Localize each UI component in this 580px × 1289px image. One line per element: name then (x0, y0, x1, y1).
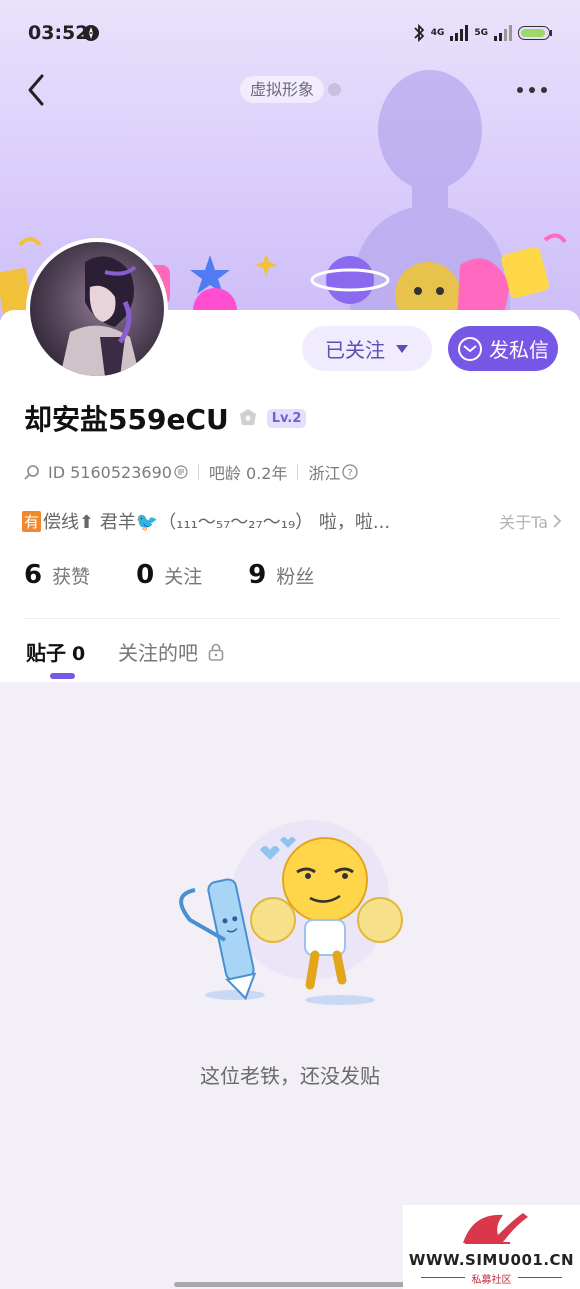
bio-badge: 有 (22, 510, 42, 532)
signal-icon-4g (450, 25, 469, 41)
follow-status-button[interactable]: 已关注 (302, 326, 432, 371)
tab-posts-label: 贴子 (26, 641, 66, 665)
app-sync-icon (83, 25, 99, 41)
avatar[interactable] (26, 238, 168, 380)
watermark-subtitle: 私募社区 (471, 1275, 512, 1286)
tab-followed-bars[interactable]: 关注的吧 (118, 637, 224, 666)
section-divider (24, 618, 560, 619)
chevron-right-icon (553, 514, 562, 528)
bio-text: 偿线⬆ 君羊🐦（₁₁₁～₅₇～₂₇～₁₉） 啦，啦... (43, 512, 391, 533)
back-arrow-icon[interactable] (22, 70, 54, 110)
copy-icon[interactable] (174, 465, 188, 479)
network-5g-label: 5G (474, 28, 488, 38)
status-indicators: 4G 5G (413, 23, 552, 43)
tab-followed-bars-label: 关注的吧 (118, 641, 198, 665)
about-link-label: 关于Ta (499, 513, 548, 532)
divider (297, 464, 299, 480)
stats-row: 6 获赞 0 关注 9 粉丝 (24, 560, 360, 590)
empty-state-illustration (179, 820, 403, 1005)
help-icon[interactable]: ? (342, 464, 359, 480)
active-tab-indicator (50, 673, 75, 679)
divider (197, 464, 199, 480)
search-icon (24, 465, 39, 480)
status-time: 03:52 (28, 22, 89, 44)
stat-likes[interactable]: 6 获赞 (24, 560, 90, 590)
follow-status-label: 已关注 (325, 338, 385, 362)
svg-text:?: ? (348, 468, 353, 479)
home-indicator[interactable] (174, 1282, 406, 1287)
level-badge: Lv.2 (266, 408, 307, 428)
location: 浙江 (308, 464, 341, 483)
stat-likes-value: 6 (24, 560, 43, 590)
stat-fans-label: 粉丝 (276, 566, 315, 588)
stat-following[interactable]: 0 关注 (136, 560, 202, 590)
stat-following-value: 0 (136, 560, 155, 590)
user-id[interactable]: ID 5160523690 (48, 463, 172, 482)
tab-posts[interactable]: 贴子 0 (26, 637, 85, 666)
virtual-avatar-tag[interactable]: 虚拟形象 (240, 76, 325, 103)
watermark-logo (463, 1213, 528, 1244)
stat-fans-value: 9 (248, 560, 267, 590)
watermark-domain: WWW.SIMU001.CN (408, 1251, 575, 1269)
message-icon (458, 336, 482, 361)
stat-following-label: 关注 (164, 566, 203, 588)
send-message-label: 发私信 (489, 338, 549, 362)
username-row: 却安盐559eCU Lv.2 (24, 398, 307, 438)
more-options-icon[interactable] (512, 80, 552, 100)
virtual-avatar-indicator (328, 83, 341, 96)
watermark: WWW.SIMU001.CN 私募社区 (403, 1205, 580, 1289)
bio-row[interactable]: 有 偿线⬆ 君羊🐦（₁₁₁～₅₇～₂₇～₁₉） 啦，啦... 关于Ta (22, 508, 562, 534)
stat-likes-label: 获赞 (52, 566, 91, 588)
username: 却安盐559eCU (24, 403, 229, 436)
watermark-line-right (518, 1277, 562, 1278)
battery-icon (518, 26, 552, 40)
chevron-down-icon (396, 344, 408, 353)
network-4g-label: 4G (430, 28, 445, 38)
signal-icon-5g (494, 25, 512, 41)
lock-icon (208, 643, 224, 661)
empty-state-message: 这位老铁，还没发贴 (200, 1064, 380, 1088)
tab-posts-count: 0 (72, 643, 86, 665)
profile-meta: ID 5160523690 吧龄 0.2年 浙江 ? (24, 460, 359, 484)
crown-badge-icon (239, 409, 256, 425)
bar-tenure: 吧龄 0.2年 (208, 464, 288, 483)
stat-fans[interactable]: 9 粉丝 (248, 560, 314, 590)
send-message-button[interactable]: 发私信 (448, 326, 558, 371)
about-link[interactable]: 关于Ta (499, 509, 562, 533)
bluetooth-icon (414, 23, 424, 43)
status-bar: 03:52 4G 5G (0, 0, 580, 66)
